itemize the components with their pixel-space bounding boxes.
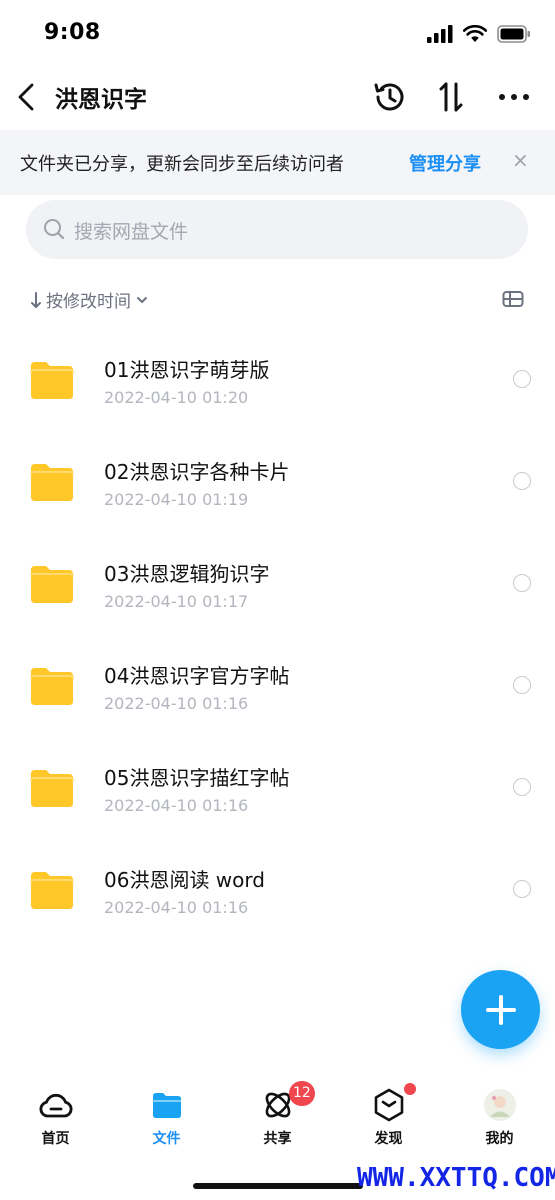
share-notice-text: 文件夹已分享，更新会同步至后续访问者 [20, 154, 344, 175]
file-name: 01洪恩识字萌芽版 [104, 358, 270, 382]
more-button[interactable] [494, 78, 534, 116]
tab-me[interactable]: 我的 [444, 1078, 555, 1158]
nav-bar: 洪恩识字 [0, 66, 555, 128]
share-count-badge: 12 [289, 1081, 315, 1106]
tab-discover-label: 发现 [374, 1131, 403, 1147]
select-radio[interactable] [513, 880, 531, 898]
status-icons [427, 24, 531, 44]
back-button[interactable] [12, 80, 40, 114]
chevron-down-icon [137, 296, 147, 303]
add-button[interactable] [461, 970, 540, 1049]
file-row[interactable]: 05洪恩识字描红字帖 2022-04-10 01:16 [0, 735, 555, 837]
search-icon [44, 219, 65, 240]
battery-icon [497, 25, 530, 43]
discover-dot-badge [404, 1083, 416, 1095]
folder-icon [30, 770, 74, 807]
tab-discover[interactable]: 发现 [333, 1078, 444, 1158]
tab-me-label: 我的 [485, 1131, 514, 1147]
folder-icon [30, 362, 74, 399]
view-mode-icon[interactable] [502, 290, 524, 308]
home-indicator[interactable] [193, 1183, 363, 1189]
plus-icon [485, 994, 516, 1025]
manage-share-link[interactable]: 管理分享 [409, 150, 481, 176]
tab-home[interactable]: 首页 [0, 1078, 111, 1158]
file-name: 03洪恩逻辑狗识字 [104, 562, 270, 586]
file-row[interactable]: 06洪恩阅读 word 2022-04-10 01:16 [0, 837, 555, 939]
select-radio[interactable] [513, 574, 531, 592]
close-banner-button[interactable]: × [512, 148, 529, 172]
folder-icon [30, 668, 74, 705]
file-row[interactable]: 04洪恩识字官方字帖 2022-04-10 01:16 [0, 633, 555, 735]
tab-files-label: 文件 [152, 1131, 181, 1147]
sort-bar: 按修改时间 [0, 282, 555, 318]
tab-bar: 首页 文件 共享 发现 我的 [0, 1078, 555, 1158]
file-date: 2022-04-10 01:20 [104, 388, 249, 407]
folder-icon [149, 1088, 185, 1122]
signal-icon [427, 25, 453, 43]
file-name: 06洪恩阅读 word [104, 868, 265, 892]
more-icon [499, 94, 529, 100]
tab-files[interactable]: 文件 [111, 1078, 222, 1158]
sort-icon [439, 82, 463, 112]
file-row[interactable]: 01洪恩识字萌芽版 2022-04-10 01:20 [0, 327, 555, 429]
file-row[interactable]: 03洪恩逻辑狗识字 2022-04-10 01:17 [0, 531, 555, 633]
file-name: 05洪恩识字描红字帖 [104, 766, 290, 790]
select-radio[interactable] [513, 370, 531, 388]
file-name: 04洪恩识字官方字帖 [104, 664, 290, 688]
status-time: 9:08 [44, 20, 101, 45]
sort-order-button[interactable] [431, 78, 471, 116]
wifi-icon [463, 25, 487, 42]
file-date: 2022-04-10 01:16 [104, 796, 249, 815]
tab-share-label: 共享 [263, 1131, 292, 1147]
file-date: 2022-04-10 01:16 [104, 694, 249, 713]
file-row[interactable]: 02洪恩识字各种卡片 2022-04-10 01:19 [0, 429, 555, 531]
tab-home-label: 首页 [41, 1131, 70, 1147]
file-list: 01洪恩识字萌芽版 2022-04-10 01:20 02洪恩识字各种卡片 2022-… [0, 327, 555, 939]
select-radio[interactable] [513, 676, 531, 694]
sort-label: 按修改时间 [46, 292, 131, 312]
discover-icon [371, 1088, 407, 1122]
sort-by-modified-button[interactable]: 按修改时间 [30, 287, 149, 312]
share-banner: 文件夹已分享，更新会同步至后续访问者 管理分享 × [0, 130, 555, 195]
page-title: 洪恩识字 [55, 87, 147, 113]
folder-icon [30, 872, 74, 909]
file-date: 2022-04-10 01:16 [104, 898, 249, 917]
file-date: 2022-04-10 01:17 [104, 592, 249, 611]
folder-icon [30, 464, 74, 501]
file-date: 2022-04-10 01:19 [104, 490, 249, 509]
select-radio[interactable] [513, 778, 531, 796]
avatar-icon [482, 1088, 518, 1122]
select-radio[interactable] [513, 472, 531, 490]
search-input[interactable]: 搜索网盘文件 [26, 200, 528, 259]
file-name: 02洪恩识字各种卡片 [104, 460, 290, 484]
status-bar: 9:08 [0, 0, 555, 66]
folder-icon [30, 566, 74, 603]
tab-share[interactable]: 共享 [222, 1078, 333, 1158]
back-icon [18, 83, 34, 111]
arrow-down-icon [31, 291, 41, 308]
watermark: WWW.XXTTQ.COM [357, 1163, 555, 1193]
history-icon [374, 83, 404, 111]
cloud-icon [38, 1088, 74, 1122]
history-button[interactable] [370, 78, 410, 116]
search-placeholder: 搜索网盘文件 [74, 221, 189, 243]
